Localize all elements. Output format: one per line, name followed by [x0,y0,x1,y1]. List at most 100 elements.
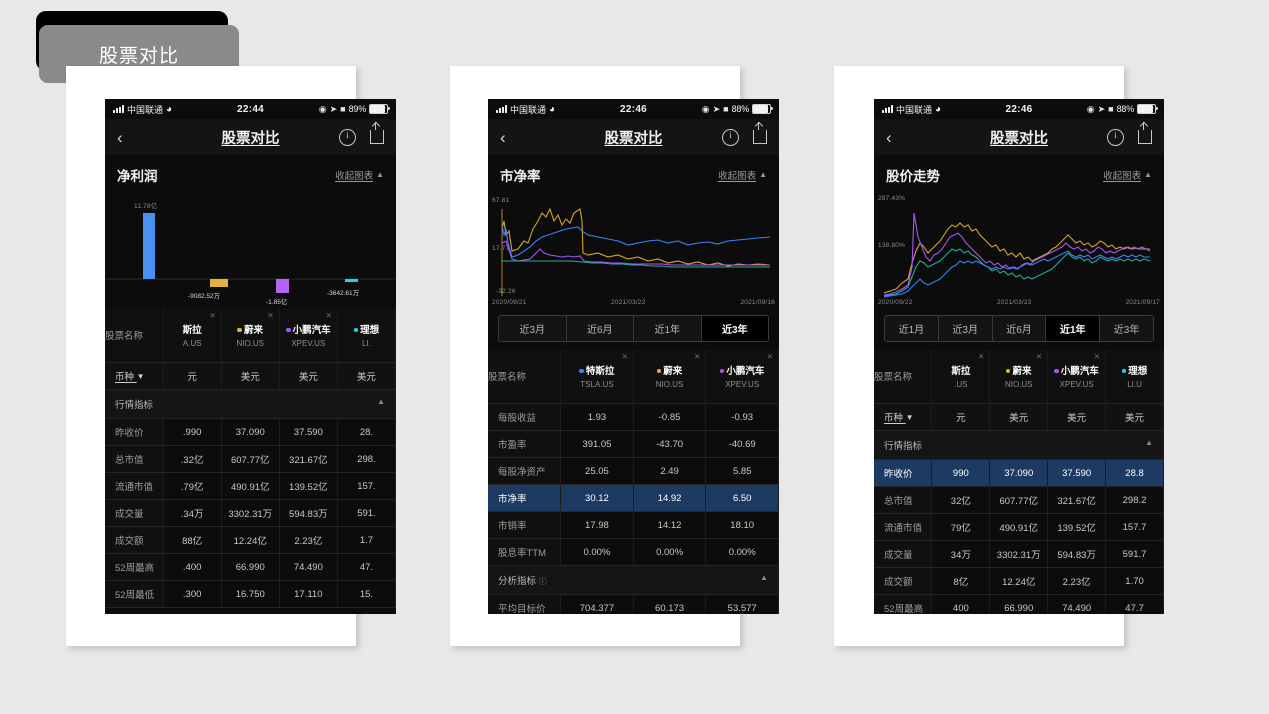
time-range-selector[interactable]: 近1月 近3月 近6月 近1年 近3年 [884,315,1154,342]
cell: 28. [337,418,396,446]
cell: 1.93 [560,403,634,431]
cell: 37.590 [1047,459,1107,487]
cell: 12.24亿 [221,526,280,554]
close-x-icon[interactable]: ✕ [694,353,700,361]
share-icon[interactable] [753,122,767,144]
stock-ticker: .US [954,380,968,389]
close-x-icon[interactable]: ✕ [267,312,273,320]
range-option-3y[interactable]: 近3年 [1100,316,1153,341]
stock-name: 蔚来 [634,363,706,377]
nav-bar: ‹ 股票对比 i [488,119,779,155]
close-x-icon[interactable]: ✕ [326,312,332,320]
info-icon[interactable]: i [1107,128,1124,146]
carrier-label: 中国联通 [896,104,933,115]
row-label: 52周最高 [105,553,164,581]
range-option-3m[interactable]: 近3月 [499,316,567,341]
clock-label: 22:46 [1005,103,1033,115]
table-row: 流通市值 79亿 490.91亿 139.52亿 157.7 [874,513,1164,541]
series-line-tsla [883,250,1150,298]
range-option-1y[interactable]: 近1年 [634,316,702,341]
close-x-icon[interactable]: ✕ [621,353,627,361]
legend-dot-xpev [719,368,725,373]
back-chevron-icon[interactable]: ‹ [500,129,524,146]
cell: 6.50 [705,484,779,512]
chevron-up-icon: ▲ [376,169,384,179]
share-icon[interactable] [370,122,384,144]
lock-icon: ■ [1108,104,1114,114]
range-option-6m[interactable]: 近6月 [566,316,634,341]
stock-ticker: LI.U [1127,380,1142,389]
currency-row[interactable]: 币种 ▼ 元 美元 美元 美元 [105,362,396,390]
collapse-chart-label: 收起图表 [718,171,757,182]
clock-label: 22:44 [236,103,265,115]
range-option-3m[interactable]: 近3月 [938,316,993,341]
cell: 594.83万 [1047,540,1107,568]
collapse-chart-label: 收起图表 [335,171,374,182]
cell: 2.23亿 [279,526,338,554]
cell: 1.7 [337,526,396,554]
currency-label[interactable]: 币种 ▼ [874,403,933,431]
range-option-1m[interactable]: 近1月 [885,316,939,341]
range-option-3y[interactable]: 近3年 [701,316,768,341]
info-icon[interactable]: ⓘ [539,577,547,586]
cell: 3302.31万 [989,540,1049,568]
group-header-quote-metrics[interactable]: 行情指标 ▲ [105,389,396,419]
close-x-icon[interactable]: ✕ [767,353,773,361]
wifi-icon: ◕ [166,103,173,115]
table-row: 股息率TTM 0.00% 0.00% 0.00% [488,538,779,566]
row-label: 成交量 [105,499,164,527]
currency-label[interactable]: 币种 ▼ [105,362,164,390]
price-trend-line-chart: 287.43% 138.80% 2020/09/22 2021/03/23 20… [874,191,1164,309]
table-row: 成交额 88亿 12.24亿 2.23亿 1.7 [105,526,396,554]
stock-name: 斯拉 [182,325,202,336]
row-label: 市盈率 [488,430,562,458]
back-chevron-icon[interactable]: ‹ [886,129,910,146]
stock-ticker: NIO.US [655,380,684,389]
cell: 60.173 [633,594,707,614]
signal-bars-icon [496,105,507,113]
battery-icon [752,103,773,115]
table-header-row: 股票名称 ✕ 斯拉 A.US ✕ 蔚来 NIO.US ✕ 小鹏汽车 XPEV.U… [105,309,396,363]
cell: 139.52亿 [279,472,338,500]
chevron-up-icon: ▲ [1144,169,1152,179]
collapse-chart-button[interactable]: 收起图表 ▲ [335,168,384,183]
close-x-icon[interactable]: ✕ [978,353,984,361]
share-icon[interactable] [1138,122,1152,144]
row-label: 成交量 [874,540,933,568]
currency-row[interactable]: 币种 ▼ 元 美元 美元 美元 [874,403,1164,431]
row-label: 市净率 [488,484,562,512]
status-bar: 中国联通 ◕ 22:46 ◉ ➤ ■ 88% [488,99,779,119]
screenshot-card-3: 中国联通 ◕ 22:46 ◉ ➤ ■ 88% ‹ 股票对比 i 股价走势 收起图… [834,66,1164,646]
y-axis-label-bottom: -32.26 [496,288,516,295]
close-x-icon[interactable]: ✕ [209,312,215,320]
group-header-quote-metrics[interactable]: 行情指标 ▲ [874,430,1164,460]
back-chevron-icon[interactable]: ‹ [117,129,141,146]
cell: -40.69 [705,430,779,458]
cell: 321.67亿 [279,445,338,473]
table-row-selected: 市净率 30.12 14.92 6.50 [488,484,779,512]
info-icon[interactable]: i [339,128,356,146]
y-axis-label-mid: 17.77 [492,245,510,252]
group-header-analysis-metrics[interactable]: 分析指标 ⓘ ▲ [488,565,779,595]
time-range-selector[interactable]: 近3月 近6月 近1年 近3年 [498,315,769,342]
alarm-icon: ◉ [318,103,327,114]
close-x-icon[interactable]: ✕ [1036,353,1042,361]
stock-ticker: LI. [361,339,371,348]
collapse-chart-button[interactable]: 收起图表 ▲ [718,168,767,183]
range-option-1y[interactable]: 近1年 [1046,316,1101,341]
clock-label: 22:46 [619,103,648,115]
table-row: 成交量 34万 3302.31万 594.83万 591.7 [874,540,1164,568]
cell: 17.98 [560,511,634,539]
range-option-6m[interactable]: 近6月 [992,316,1047,341]
table-row: 成交量 .34万 3302.31万 594.83万 591. [105,499,396,527]
cell: 28.8 [1105,459,1164,487]
cell: .32亿 [163,445,222,473]
row-label: 每股收益 [488,403,562,431]
stock-name: 理想 [338,322,395,336]
cell: 298.2 [1105,486,1164,514]
collapse-chart-button[interactable]: 收起图表 ▲ [1103,168,1152,183]
info-icon[interactable]: i [722,128,739,146]
row-label: 成交额 [105,526,164,554]
close-x-icon[interactable]: ✕ [1094,353,1100,361]
cell: 321.67亿 [1047,486,1107,514]
